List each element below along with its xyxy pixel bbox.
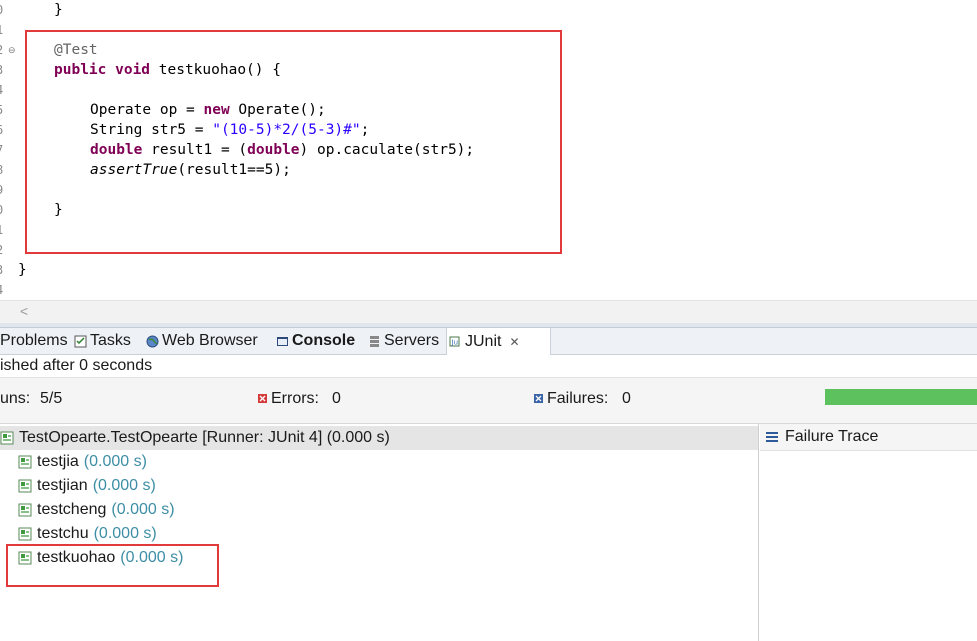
test-case-item[interactable]: testcheng (0.000 s) xyxy=(18,498,175,522)
tab-label: Console xyxy=(292,332,356,349)
highlight-box-test xyxy=(6,544,219,587)
view-tab-bar: Problems Tasks Web Browser Console Serve… xyxy=(0,328,977,355)
test-case-item[interactable]: testjia (0.000 s) xyxy=(18,450,147,474)
test-name: testjia xyxy=(37,453,79,470)
test-ok-icon xyxy=(18,503,32,517)
runs-value: 5/5 xyxy=(40,390,63,407)
junit-icon: Ju xyxy=(449,336,460,347)
tab-web-browser[interactable]: Web Browser xyxy=(146,328,258,354)
junit-status-text: ished after 0 seconds xyxy=(0,357,153,374)
svg-text:Ju: Ju xyxy=(451,339,459,347)
test-time: (0.000 s) xyxy=(111,501,175,518)
failure-trace-header: Failure Trace xyxy=(760,424,977,451)
test-ok-icon xyxy=(18,527,32,541)
test-name: testchu xyxy=(37,525,89,542)
failure-trace-label: Failure Trace xyxy=(785,428,879,445)
close-tab-icon[interactable]: ✕ xyxy=(509,335,519,349)
code-line: } xyxy=(54,2,63,18)
test-time: (0.000 s) xyxy=(83,453,147,470)
test-name: testcheng xyxy=(37,501,107,518)
panel-divider[interactable] xyxy=(758,424,759,641)
tab-label: Web Browser xyxy=(162,332,258,349)
line-number: 3 xyxy=(0,260,10,280)
test-suite-item[interactable]: TestOpearte.TestOpearte [Runner: JUnit 4… xyxy=(0,426,390,450)
highlight-box-method xyxy=(25,30,562,254)
test-name: testjian xyxy=(37,477,88,494)
test-case-item[interactable]: testchu (0.000 s) xyxy=(18,522,157,546)
test-time: (0.000 s) xyxy=(93,525,157,542)
tab-console[interactable]: Console xyxy=(276,328,355,354)
editor-horizontal-scrollbar[interactable]: < xyxy=(0,300,977,323)
test-tree[interactable]: TestOpearte.TestOpearte [Runner: JUnit 4… xyxy=(0,424,758,641)
line-number: 2 xyxy=(0,240,10,260)
tasks-icon xyxy=(74,335,87,347)
tab-tasks[interactable]: Tasks xyxy=(74,328,131,354)
tab-servers[interactable]: Servers xyxy=(368,328,439,354)
failures-value: 0 xyxy=(622,390,631,407)
globe-icon xyxy=(146,335,159,347)
stack-trace-icon xyxy=(766,432,778,442)
console-icon xyxy=(277,336,288,346)
code-line: } xyxy=(18,262,27,278)
test-case-item[interactable]: testjian (0.000 s) xyxy=(18,474,156,498)
suite-label: TestOpearte.TestOpearte [Runner: JUnit 4… xyxy=(19,429,390,446)
junit-counter-panel: uns: 5/5 Errors: 0 Failures: 0 xyxy=(0,377,977,424)
line-number: 4 xyxy=(0,280,10,300)
test-time: (0.000 s) xyxy=(92,477,156,494)
tab-junit[interactable]: Ju JUnit ✕ xyxy=(446,328,551,355)
errors-value: 0 xyxy=(332,390,341,407)
failure-icon xyxy=(534,394,543,403)
failures-label: Failures: xyxy=(547,390,609,407)
line-number: 1 xyxy=(0,220,10,240)
runs-label: uns: xyxy=(0,390,31,407)
test-suite-ok-icon xyxy=(0,431,14,445)
tab-label: Problems xyxy=(0,332,68,349)
tab-problems[interactable]: Problems xyxy=(0,328,68,354)
servers-icon xyxy=(370,335,379,347)
errors-label: Errors: xyxy=(271,390,319,407)
scroll-left-icon[interactable]: < xyxy=(20,303,28,319)
tab-label: Tasks xyxy=(90,332,131,349)
test-progress-bar xyxy=(825,389,977,405)
code-editor[interactable]: 0 1 2 3 4 5 6 7 8 9 0 1 2 3 4 ⊖ } @Test … xyxy=(0,0,977,300)
test-ok-icon xyxy=(18,455,32,469)
error-icon xyxy=(258,394,267,403)
tab-label: JUnit xyxy=(465,332,502,350)
test-ok-icon xyxy=(18,479,32,493)
tab-label: Servers xyxy=(384,332,440,349)
failure-trace-panel: Failure Trace xyxy=(760,424,977,641)
